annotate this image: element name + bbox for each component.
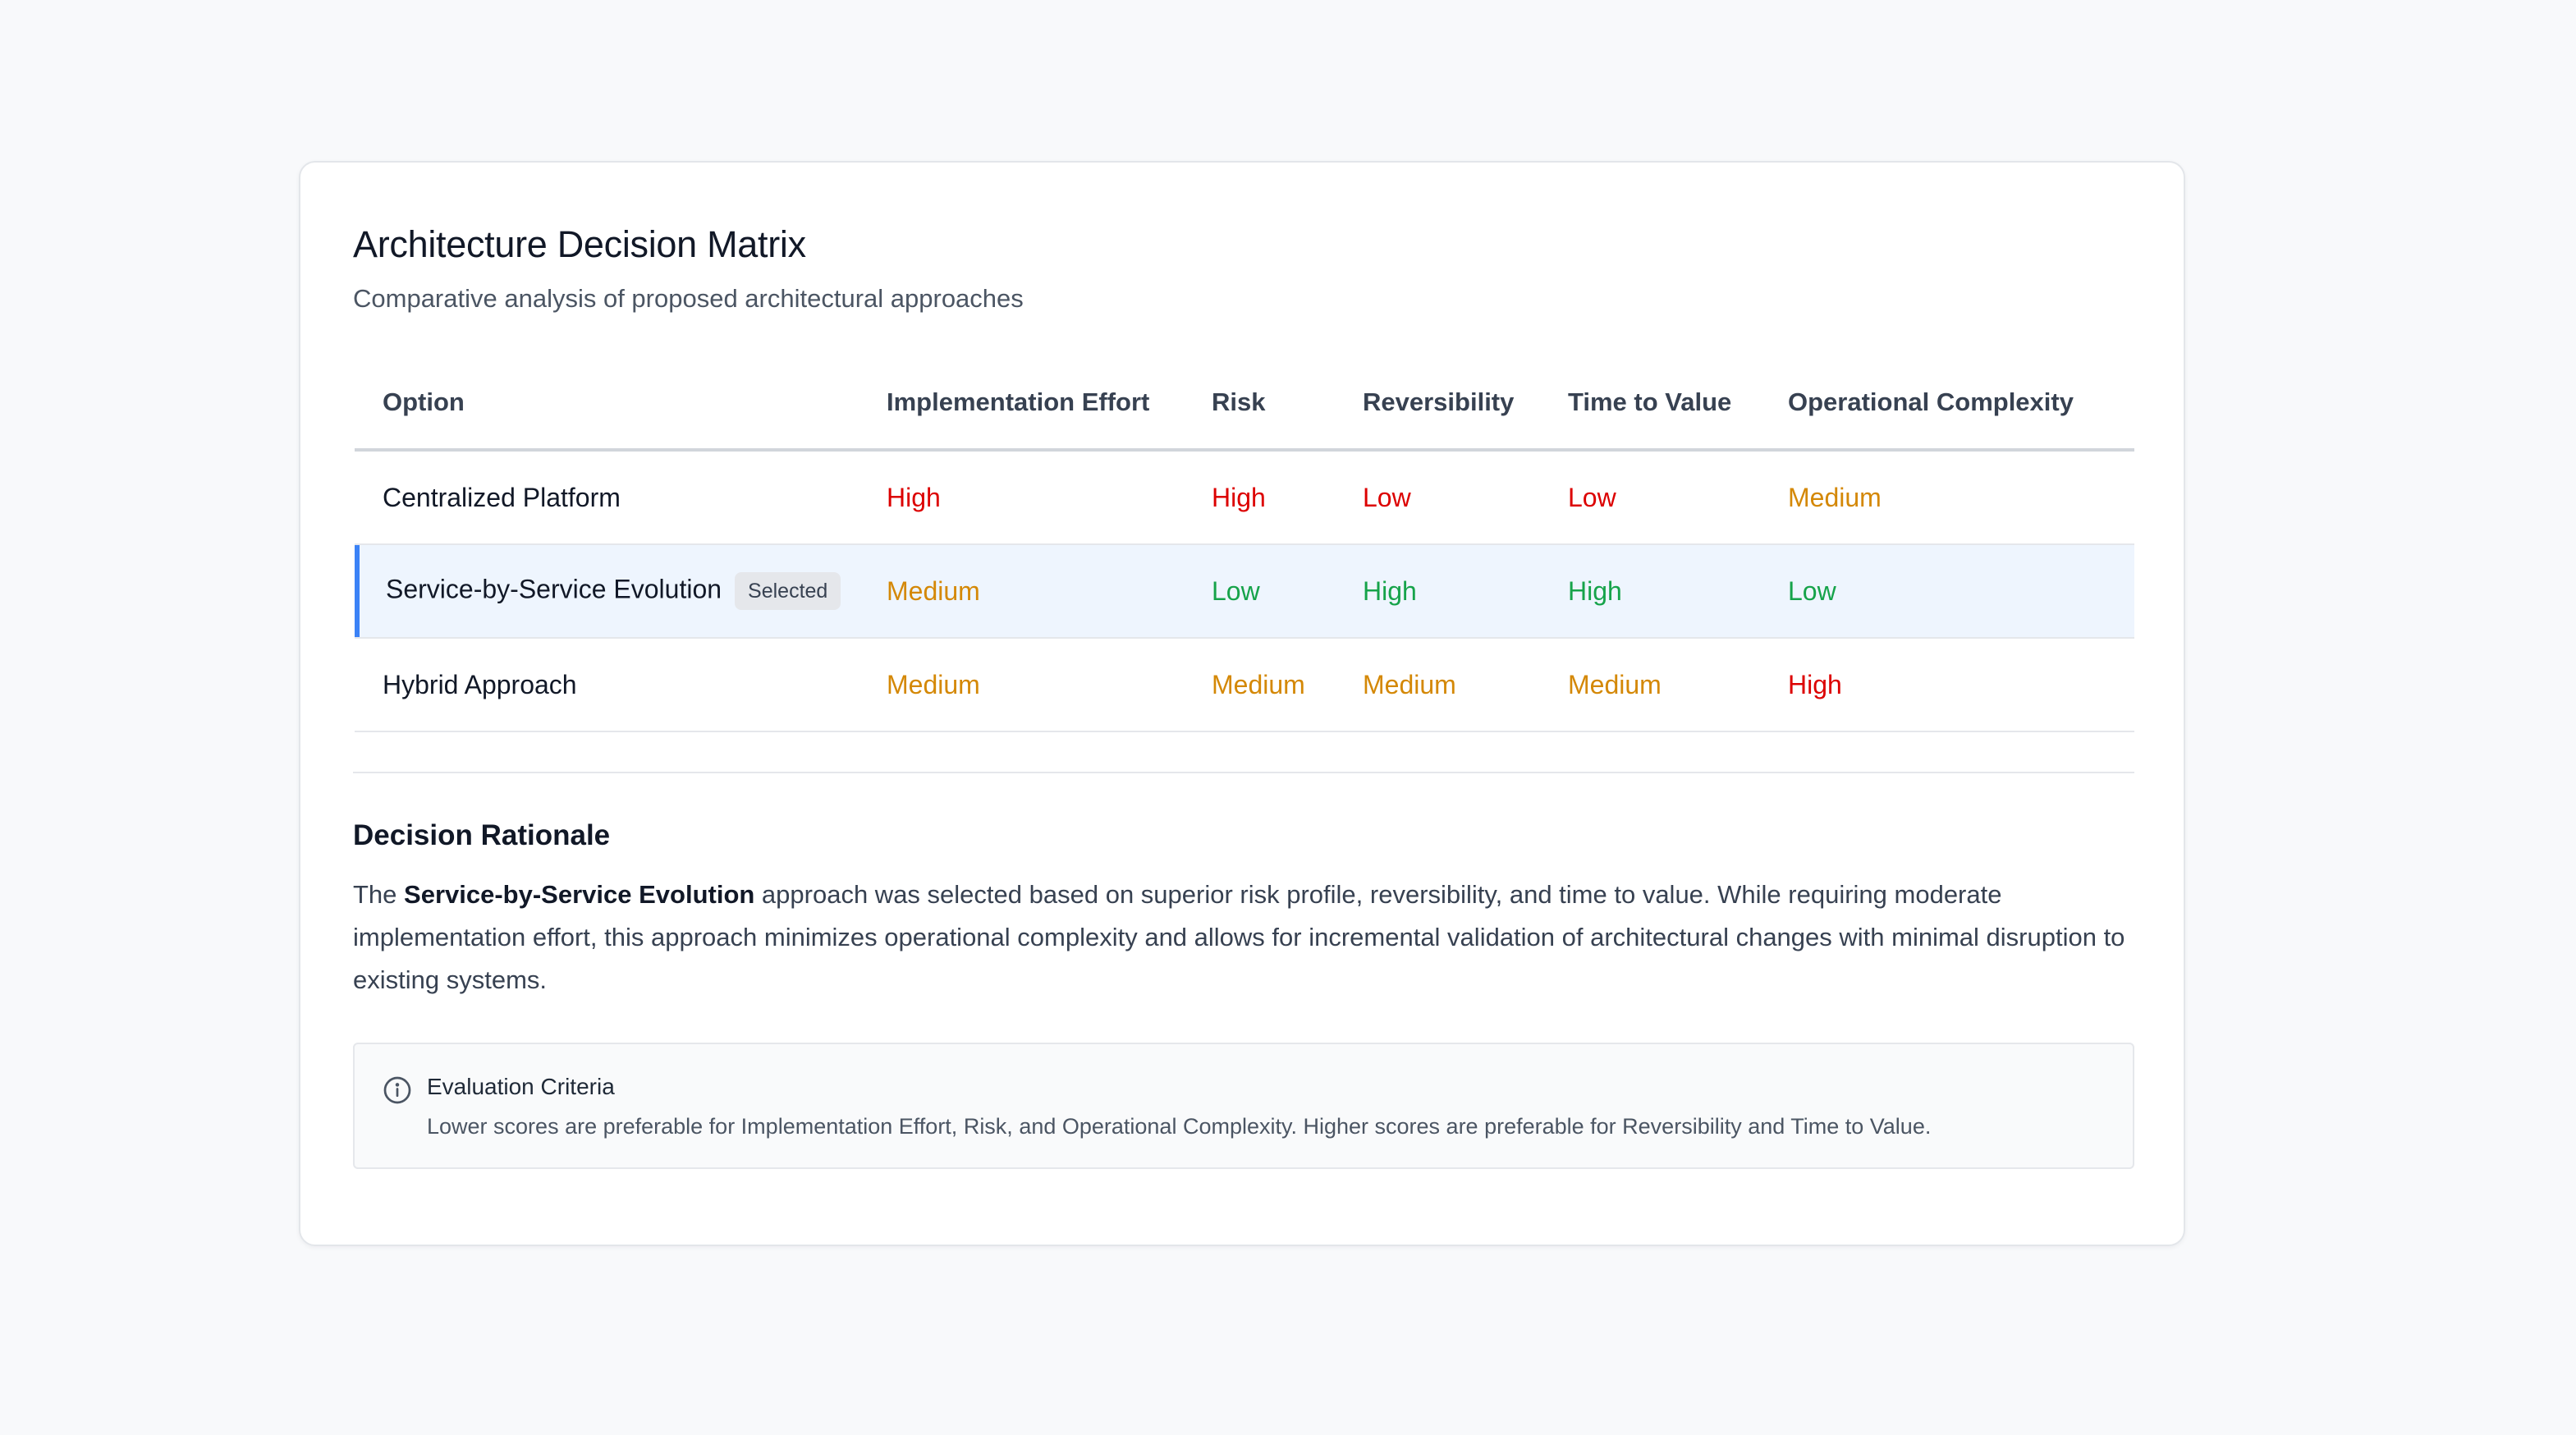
time-to-value-cell: Low: [1568, 450, 1788, 545]
evaluation-criteria-note: Evaluation Criteria Lower scores are pre…: [353, 1043, 2134, 1169]
table-header-row: Option Implementation Effort Risk Revers…: [355, 356, 2134, 452]
rationale-prefix: The: [353, 880, 405, 909]
page-title: Architecture Decision Matrix: [353, 223, 806, 265]
risk-cell: Medium: [1212, 638, 1363, 732]
column-header-time-to-value: Time to Value: [1568, 356, 1788, 452]
rationale-text: The Service-by-Service Evolution approac…: [353, 873, 2134, 1002]
risk-cell: High: [1212, 450, 1363, 545]
column-header-implementation-effort: Implementation Effort: [887, 356, 1212, 452]
reversibility-cell: High: [1363, 544, 1568, 639]
option-name: Service-by-Service Evolution: [386, 574, 722, 604]
section-divider: [353, 772, 2134, 773]
table-row-service-by-service-evolution[interactable]: Service-by-Service Evolution Selected Med…: [355, 544, 2134, 639]
option-name: Centralized Platform: [383, 482, 621, 512]
operational-complexity-cell: Medium: [1788, 450, 2134, 545]
implementation-effort-cell: High: [887, 450, 1212, 545]
table-row-centralized-platform[interactable]: Centralized Platform High High Low Low M…: [355, 450, 2134, 545]
option-cell: Centralized Platform: [355, 450, 887, 545]
reversibility-cell: Low: [1363, 450, 1568, 545]
implementation-effort-cell: Medium: [887, 544, 1212, 639]
selected-badge: Selected: [735, 572, 841, 610]
column-header-option: Option: [355, 356, 887, 452]
column-header-operational-complexity: Operational Complexity: [1788, 356, 2134, 452]
reversibility-cell: Medium: [1363, 638, 1568, 732]
operational-complexity-cell: Low: [1788, 544, 2134, 639]
option-cell: Hybrid Approach: [355, 638, 887, 732]
decision-matrix-card: Architecture Decision Matrix Comparative…: [299, 161, 2185, 1246]
column-header-reversibility: Reversibility: [1363, 356, 1568, 452]
time-to-value-cell: High: [1568, 544, 1788, 639]
criteria-text: Lower scores are preferable for Implemen…: [427, 1114, 1932, 1139]
option-name: Hybrid Approach: [383, 669, 577, 699]
time-to-value-cell: Medium: [1568, 638, 1788, 732]
operational-complexity-cell: High: [1788, 638, 2134, 732]
risk-cell: Low: [1212, 544, 1363, 639]
rationale-title: Decision Rationale: [353, 819, 611, 851]
criteria-title: Evaluation Criteria: [427, 1074, 615, 1099]
card-content: Architecture Decision Matrix Comparative…: [353, 220, 2134, 1169]
implementation-effort-cell: Medium: [887, 638, 1212, 732]
column-header-risk: Risk: [1212, 356, 1363, 452]
page-subtitle: Comparative analysis of proposed archite…: [353, 284, 1024, 313]
decision-matrix-table: Option Implementation Effort Risk Revers…: [355, 356, 2134, 732]
option-cell: Service-by-Service Evolution Selected: [355, 544, 887, 639]
info-icon: [383, 1076, 411, 1104]
rationale-highlight: Service-by-Service Evolution: [404, 880, 755, 909]
table-row-hybrid-approach[interactable]: Hybrid Approach Medium Medium Medium Med…: [355, 638, 2134, 732]
